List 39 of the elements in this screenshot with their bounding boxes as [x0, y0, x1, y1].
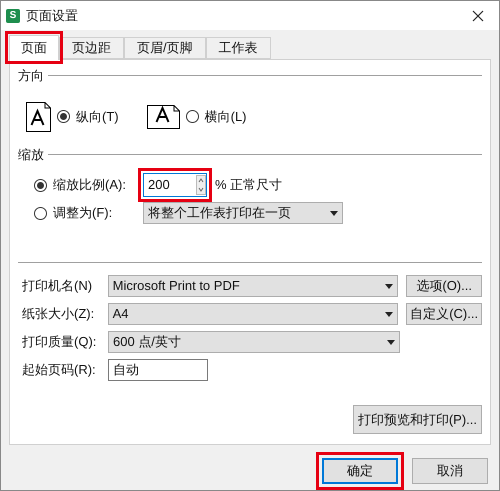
option-button[interactable]: 自定义(C)...: [406, 303, 482, 325]
tab[interactable]: 工作表: [206, 37, 271, 59]
caret-icon: [385, 284, 394, 288]
option-button[interactable]: 选项(O)...: [406, 275, 482, 297]
caret-icon: [330, 210, 338, 216]
radio-label: 横向(L): [204, 108, 246, 126]
field-label: 起始页码(R):: [22, 361, 97, 380]
radio-button[interactable]: [57, 110, 70, 123]
radio-label: 缩放比例(A):: [53, 176, 127, 194]
radio-button[interactable]: [34, 206, 47, 220]
tab[interactable]: 页边距: [59, 37, 124, 59]
field-value: 200: [148, 176, 171, 194]
dialog-button[interactable]: 确定: [322, 458, 398, 484]
app-logo-icon: S: [6, 8, 20, 22]
portrait-page-icon: [26, 102, 51, 132]
section-title: 方向: [18, 67, 44, 85]
dropdown[interactable]: Microsoft Print to PDF: [108, 275, 398, 297]
radio-label: 纵向(T): [76, 108, 119, 126]
dropdown[interactable]: 600 点/英寸: [108, 331, 400, 353]
radio-button[interactable]: [186, 110, 199, 123]
fit-dropdown[interactable]: 将整个工作表打印在一页: [143, 202, 343, 224]
radio-button[interactable]: [34, 178, 47, 192]
caret-icon: [387, 340, 395, 344]
dropdown[interactable]: A4: [108, 303, 398, 325]
input-field[interactable]: 自动: [108, 359, 208, 381]
print-preview-button[interactable]: 打印预览和打印(P)...: [352, 405, 482, 434]
section-title: 缩放: [18, 146, 44, 164]
landscape-page-icon: [146, 104, 180, 128]
close-icon[interactable]: [472, 10, 484, 22]
field-label: 纸张大小(Z):: [22, 305, 96, 324]
caret-icon: [385, 312, 394, 316]
tab[interactable]: 页眉/页脚: [124, 37, 206, 59]
field-label: 打印质量(Q):: [22, 333, 98, 352]
unit-label: % 正常尺寸: [215, 176, 282, 194]
spinner-icon[interactable]: [196, 175, 206, 195]
window-title: 页面设置: [26, 6, 78, 25]
dialog-button[interactable]: 取消: [412, 458, 488, 484]
radio-label: 调整为(F):: [53, 204, 114, 222]
field-label: 打印机名(N): [22, 277, 94, 296]
